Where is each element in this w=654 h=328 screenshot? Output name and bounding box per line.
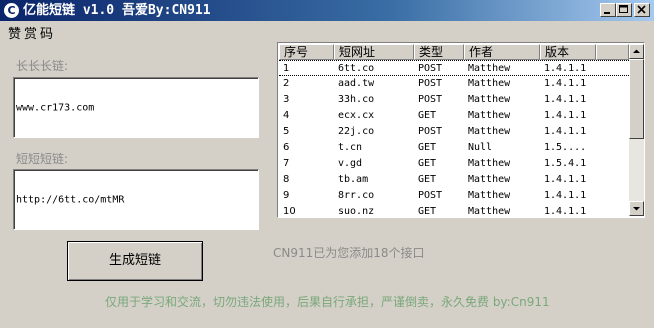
row-type: GET: [418, 174, 437, 185]
short-link-output[interactable]: http://6tt.co/mtMR: [13, 169, 259, 230]
row-type: GET: [418, 158, 437, 169]
row-version: 1.4.1.1: [544, 78, 587, 89]
scroll-up-button[interactable]: [629, 44, 644, 59]
minimize-button[interactable]: [600, 3, 616, 17]
column-header-filler: [596, 44, 629, 60]
row-author: Matthew: [468, 110, 511, 121]
row-author: Matthew: [468, 126, 511, 137]
row-index: 4: [283, 110, 290, 121]
table-row[interactable]: 2 aad.tw POST Matthew 1.4.1.1: [279, 76, 629, 92]
maximize-button[interactable]: [616, 3, 632, 17]
column-header-type[interactable]: 类型: [414, 44, 464, 60]
table-row[interactable]: 10 suo.nz GET Matthew 1.4.1.1: [279, 204, 629, 217]
column-header-author[interactable]: 作者: [464, 44, 540, 60]
list-header: 序号 短网址 类型 作者 版本: [279, 44, 629, 60]
short-link-value: http://6tt.co/mtMR: [16, 194, 125, 205]
row-version: 1.4.1.1: [544, 63, 587, 74]
row-version: 1.4.1.1: [544, 110, 587, 121]
api-list[interactable]: 序号 短网址 类型 作者 版本 1 6tt.co POST Matthew 1.4.1.…: [277, 42, 645, 218]
table-row[interactable]: 6 t.cn GET Null 1.5....: [279, 140, 629, 156]
row-index: 9: [283, 190, 290, 201]
table-row[interactable]: 7 v.gd GET Matthew 1.5.4.1: [279, 156, 629, 172]
row-short-url: ecx.cx: [338, 110, 375, 121]
row-index: 8: [283, 174, 290, 185]
row-author: Matthew: [468, 190, 511, 201]
row-author: Matthew: [468, 174, 511, 185]
long-link-input[interactable]: www.cr173.com: [13, 77, 259, 138]
title-bar[interactable]: C 亿能短链 v1.0 吾爱By:CN911: [0, 0, 654, 21]
column-header-short-url[interactable]: 短网址: [334, 44, 414, 60]
row-version: 1.4.1.1: [544, 126, 587, 137]
row-index: 10: [283, 206, 296, 217]
maximize-icon: [619, 5, 628, 13]
row-version: 1.4.1.1: [544, 94, 587, 105]
row-short-url: t.cn: [338, 142, 363, 153]
long-link-value: www.cr173.com: [16, 102, 95, 113]
table-row[interactable]: 9 8rr.co POST Matthew 1.4.1.1: [279, 188, 629, 204]
row-index: 5: [283, 126, 290, 137]
scroll-down-button[interactable]: [629, 201, 644, 216]
footer-disclaimer: 仅用于学习和交流，切勿违法使用，后果自行承担，严谨倒卖，永久免费 by:Cn91…: [105, 295, 550, 309]
row-type: GET: [418, 110, 437, 121]
row-short-url: 22j.co: [338, 126, 375, 137]
generate-short-link-button[interactable]: 生成短链: [67, 241, 203, 281]
row-short-url: 8rr.co: [338, 190, 375, 201]
scroll-thumb[interactable]: [629, 59, 644, 139]
close-icon: [637, 5, 646, 14]
row-version: 1.4.1.1: [544, 174, 587, 185]
table-row[interactable]: 4 ecx.cx GET Matthew 1.4.1.1: [279, 108, 629, 124]
status-text: CN911已为您添加18个接口: [273, 246, 425, 260]
row-index: 3: [283, 94, 290, 105]
row-author: Matthew: [468, 206, 511, 217]
row-short-url: suo.nz: [338, 206, 375, 217]
row-index: 7: [283, 158, 290, 169]
table-row[interactable]: 3 33h.co POST Matthew 1.4.1.1: [279, 92, 629, 108]
row-short-url: 33h.co: [338, 94, 375, 105]
row-short-url: aad.tw: [338, 78, 375, 89]
row-version: 1.5.4.1: [544, 158, 587, 169]
row-index: 2: [283, 78, 290, 89]
row-index: 1: [283, 63, 290, 74]
column-header-version[interactable]: 版本: [540, 44, 596, 60]
table-row[interactable]: 8 tb.am GET Matthew 1.4.1.1: [279, 172, 629, 188]
long-link-label: 长长长链:: [16, 59, 69, 73]
row-type: POST: [418, 63, 443, 74]
close-button[interactable]: [634, 3, 650, 17]
short-link-label: 短短短链:: [16, 152, 69, 166]
window-title: 亿能短链 v1.0 吾爱By:CN911: [23, 3, 211, 18]
arrow-up-icon: [633, 49, 640, 53]
table-row[interactable]: 5 22j.co POST Matthew 1.4.1.1: [279, 124, 629, 140]
arrow-down-icon: [633, 207, 640, 211]
row-short-url: tb.am: [338, 174, 369, 185]
row-type: POST: [418, 126, 443, 137]
row-short-url: v.gd: [338, 158, 363, 169]
row-author: Matthew: [468, 78, 511, 89]
row-type: GET: [418, 206, 437, 217]
list-scrollbar[interactable]: [629, 44, 644, 216]
row-version: 1.4.1.1: [544, 190, 587, 201]
row-type: GET: [418, 142, 437, 153]
menu-item-donate-code[interactable]: 赞赏码: [8, 23, 56, 42]
menu-bar: 赞赏码: [0, 21, 654, 42]
row-type: POST: [418, 94, 443, 105]
table-row[interactable]: 1 6tt.co POST Matthew 1.4.1.1: [279, 60, 629, 76]
row-version: 1.5....: [544, 142, 587, 153]
app-logo-icon: C: [4, 3, 19, 18]
row-type: POST: [418, 190, 443, 201]
minimize-icon: [604, 12, 610, 14]
row-short-url: 6tt.co: [338, 63, 375, 74]
row-author: Matthew: [468, 158, 511, 169]
row-author: Matthew: [468, 63, 511, 74]
row-type: POST: [418, 78, 443, 89]
row-author: Null: [468, 142, 493, 153]
row-version: 1.4.1.1: [544, 206, 587, 217]
row-index: 6: [283, 142, 290, 153]
column-header-index[interactable]: 序号: [279, 44, 334, 60]
row-author: Matthew: [468, 94, 511, 105]
